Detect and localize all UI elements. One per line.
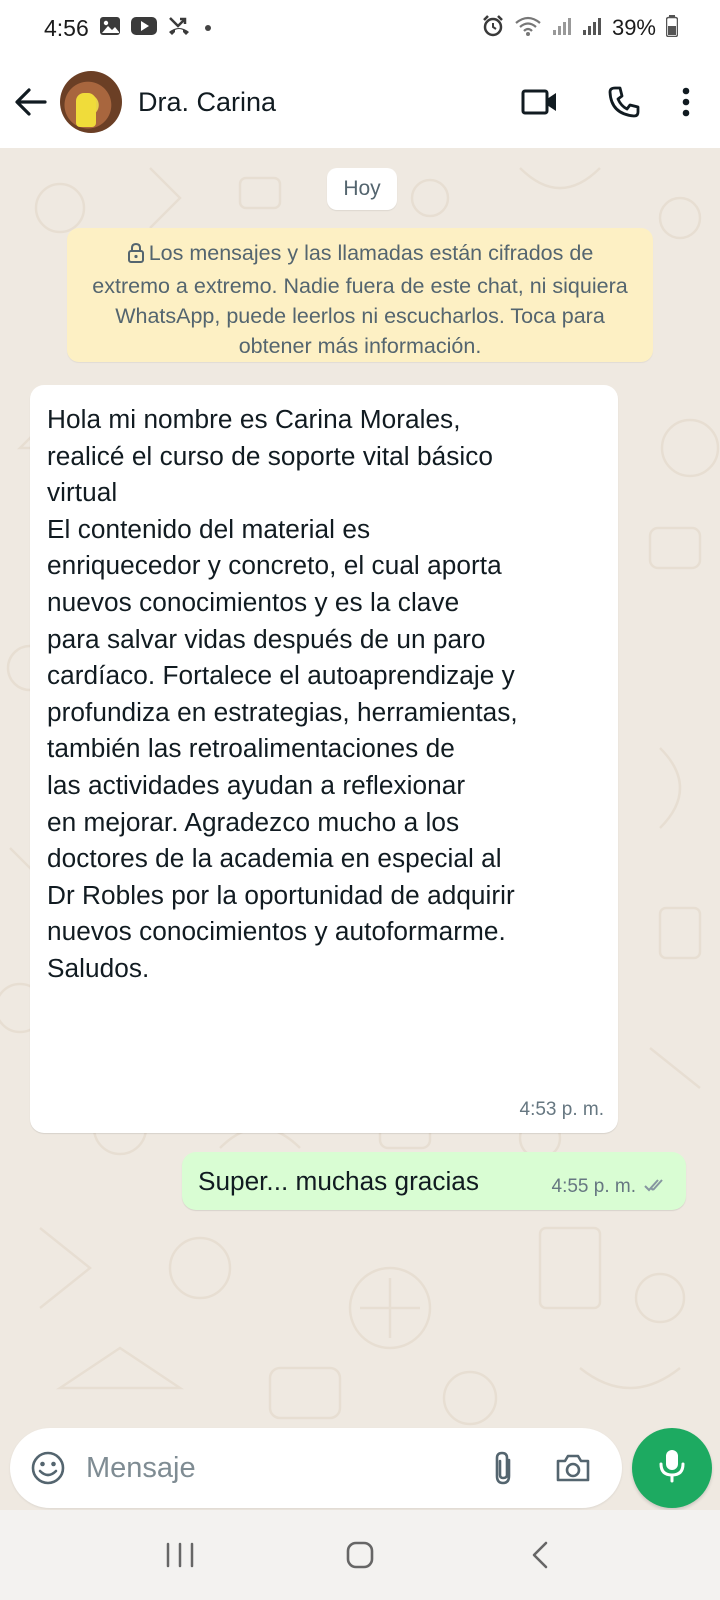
alarm-icon xyxy=(482,14,504,42)
encryption-notice-text: Los mensajes y las llamadas están cifrad… xyxy=(92,241,628,358)
lock-icon xyxy=(127,241,145,271)
double-check-icon xyxy=(644,1177,670,1198)
youtube-icon xyxy=(130,16,157,41)
status-bar: 4:56 39% xyxy=(0,0,720,56)
chat-area[interactable]: Hoy Los mensajes y las llamadas están ci… xyxy=(0,148,720,1510)
day-separator: Hoy xyxy=(327,168,397,210)
video-call-icon[interactable] xyxy=(498,72,582,132)
status-time: 4:56 xyxy=(44,14,89,41)
back-arrow-icon[interactable] xyxy=(2,72,60,132)
incoming-message[interactable]: Hola mi nombre es Carina Morales, realic… xyxy=(30,385,618,1133)
contact-name[interactable]: Dra. Carina xyxy=(138,87,498,118)
attach-icon[interactable] xyxy=(468,1438,538,1498)
missed-call-icon xyxy=(167,15,191,42)
home-icon[interactable] xyxy=(300,1525,420,1585)
status-right: 39% xyxy=(482,14,679,42)
message-time: 4:53 p. m. xyxy=(519,1099,605,1120)
encryption-notice[interactable]: Los mensajes y las llamadas están cifrad… xyxy=(67,228,653,362)
header-actions xyxy=(498,72,706,132)
camera-icon[interactable] xyxy=(538,1438,608,1498)
emoji-icon[interactable] xyxy=(26,1446,70,1490)
message-text: Hola mi nombre es Carina Morales, realic… xyxy=(47,404,518,983)
message-input[interactable] xyxy=(86,1451,468,1485)
signal-icon xyxy=(582,16,602,41)
back-icon[interactable] xyxy=(480,1525,600,1585)
outgoing-message[interactable]: Super... muchas gracias 4:55 p. m. xyxy=(182,1152,686,1210)
system-nav-bar xyxy=(0,1510,720,1600)
avatar[interactable] xyxy=(60,71,122,133)
voice-call-icon[interactable] xyxy=(582,72,666,132)
message-time: 4:55 p. m. xyxy=(551,1176,637,1197)
wifi-icon xyxy=(514,15,542,42)
signal-icon xyxy=(552,16,572,41)
battery-icon xyxy=(665,14,679,42)
battery-percentage: 39% xyxy=(611,15,656,40)
notification-dot xyxy=(204,25,211,31)
more-vert-icon[interactable] xyxy=(666,72,706,132)
recents-icon[interactable] xyxy=(120,1525,240,1585)
message-meta: 4:55 p. m. xyxy=(552,1176,671,1198)
gallery-icon xyxy=(99,15,121,42)
status-left: 4:56 xyxy=(44,15,211,42)
message-composer xyxy=(10,1428,622,1508)
mic-button[interactable] xyxy=(632,1428,712,1508)
mic-icon xyxy=(658,1448,686,1489)
chat-header: Dra. Carina xyxy=(0,56,720,148)
message-text: Super... muchas gracias xyxy=(198,1165,479,1196)
